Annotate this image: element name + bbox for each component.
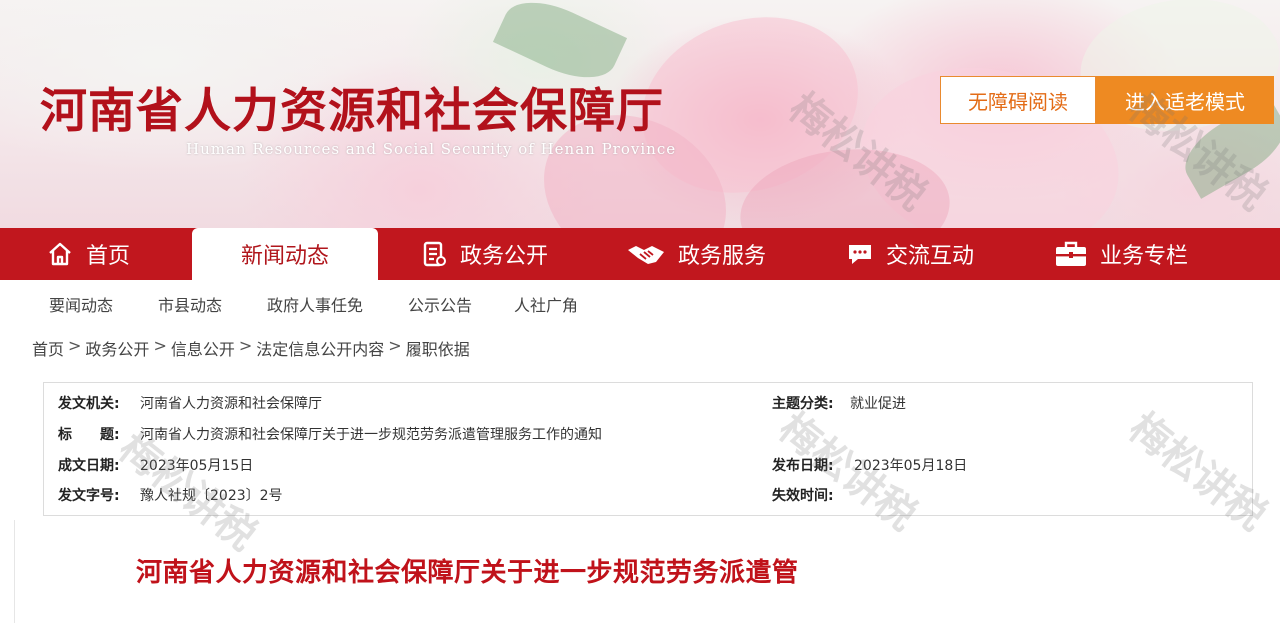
- chat-icon: [846, 240, 874, 268]
- created-date-value: 2023年05月15日: [140, 458, 254, 474]
- topic-value: 就业促进: [850, 396, 906, 412]
- document-info-table: 发文机关: 河南省人力资源和社会保障厅 主题分类: 就业促进 标 题: 河南省人…: [43, 382, 1253, 516]
- nav-item-home[interactable]: 首页: [46, 228, 130, 280]
- subnav-item-hr-panorama[interactable]: 人社广角: [514, 292, 578, 316]
- sub-nav: 要闻动态 市县动态 政府人事任免 公示公告 人社广角: [0, 280, 1280, 324]
- document-number-value: 豫人社规〔2023〕2号: [140, 488, 283, 504]
- handshake-icon: [626, 240, 666, 268]
- issuer-label: 发文机关:: [58, 396, 120, 412]
- main-nav: 首页 新闻动态 政务公开 政务服务 交流互动 业务专栏: [0, 228, 1280, 280]
- breadcrumb-separator: >: [388, 336, 402, 355]
- info-row: 发文字号: 豫人社规〔2023〕2号 失效时间:: [44, 485, 1252, 515]
- site-subtitle: Human Resources and Social Security of H…: [186, 140, 677, 158]
- expiry-time-label: 失效时间:: [772, 488, 834, 504]
- breadcrumb-separator: >: [153, 336, 167, 355]
- subnav-item-announcements[interactable]: 公示公告: [408, 292, 472, 316]
- document-number-label: 发文字号:: [58, 488, 120, 504]
- title-label: 标 题:: [58, 427, 120, 443]
- title-value: 河南省人力资源和社会保障厅关于进一步规范劳务派遣管理服务工作的通知: [140, 427, 602, 443]
- nav-item-label: 业务专栏: [1100, 244, 1189, 269]
- elderly-mode-button[interactable]: 进入适老模式: [1096, 76, 1274, 124]
- topic-label: 主题分类:: [772, 396, 834, 412]
- article-title: 河南省人力资源和社会保障厅关于进一步规范劳务派遣管: [136, 558, 799, 588]
- breadcrumb-separator: >: [68, 336, 82, 355]
- issuer-value: 河南省人力资源和社会保障厅: [140, 396, 322, 412]
- breadcrumb: 首页 > 政务公开 > 信息公开 > 法定信息公开内容 > 履职依据: [32, 336, 470, 360]
- breadcrumb-separator: >: [238, 336, 253, 355]
- info-row: 发文机关: 河南省人力资源和社会保障厅 主题分类: 就业促进: [44, 393, 1252, 423]
- nav-item-label: 政务服务: [678, 244, 767, 269]
- breadcrumb-duty-basis[interactable]: 履职依据: [406, 336, 470, 360]
- nav-item-label: 政务公开: [460, 244, 549, 269]
- created-date-label: 成文日期:: [58, 458, 120, 474]
- home-icon: [46, 240, 74, 268]
- nav-item-communication[interactable]: 交流互动: [846, 228, 974, 280]
- subnav-item-headlines[interactable]: 要闻动态: [49, 292, 113, 316]
- published-date-value: 2023年05月18日: [854, 458, 968, 474]
- subnav-item-city-county-news[interactable]: 市县动态: [158, 292, 222, 316]
- breadcrumb-government-affairs[interactable]: 政务公开: [85, 336, 149, 360]
- nav-item-government-affairs[interactable]: 政务公开: [420, 228, 548, 280]
- briefcase-icon: [1054, 240, 1088, 268]
- content-border: [14, 520, 15, 623]
- info-row: 成文日期: 2023年05月15日 发布日期: 2023年05月18日: [44, 455, 1252, 485]
- breadcrumb-home[interactable]: 首页: [32, 336, 64, 360]
- info-row: 标 题: 河南省人力资源和社会保障厅关于进一步规范劳务派遣管理服务工作的通知: [44, 424, 1252, 454]
- nav-item-news[interactable]: 新闻动态: [192, 228, 378, 280]
- header-banner: 河南省人力资源和社会保障厅 Human Resources and Social…: [0, 0, 1280, 228]
- published-date-label: 发布日期:: [772, 458, 834, 474]
- nav-item-government-services[interactable]: 政务服务: [626, 228, 766, 280]
- accessibility-reading-button[interactable]: 无障碍阅读: [940, 76, 1096, 124]
- nav-item-label: 交流互动: [886, 244, 975, 269]
- nav-item-label: 新闻动态: [240, 244, 329, 269]
- title-fade-overlay: [860, 548, 1020, 592]
- nav-item-business-column[interactable]: 业务专栏: [1054, 228, 1188, 280]
- breadcrumb-information-disclosure[interactable]: 信息公开: [171, 336, 235, 360]
- breadcrumb-statutory-content[interactable]: 法定信息公开内容: [256, 336, 384, 360]
- document-icon: [420, 240, 448, 268]
- site-title: 河南省人力资源和社会保障厅: [40, 84, 664, 139]
- nav-item-label: 首页: [86, 244, 131, 269]
- subnav-item-personnel-appointments[interactable]: 政府人事任免: [267, 292, 363, 316]
